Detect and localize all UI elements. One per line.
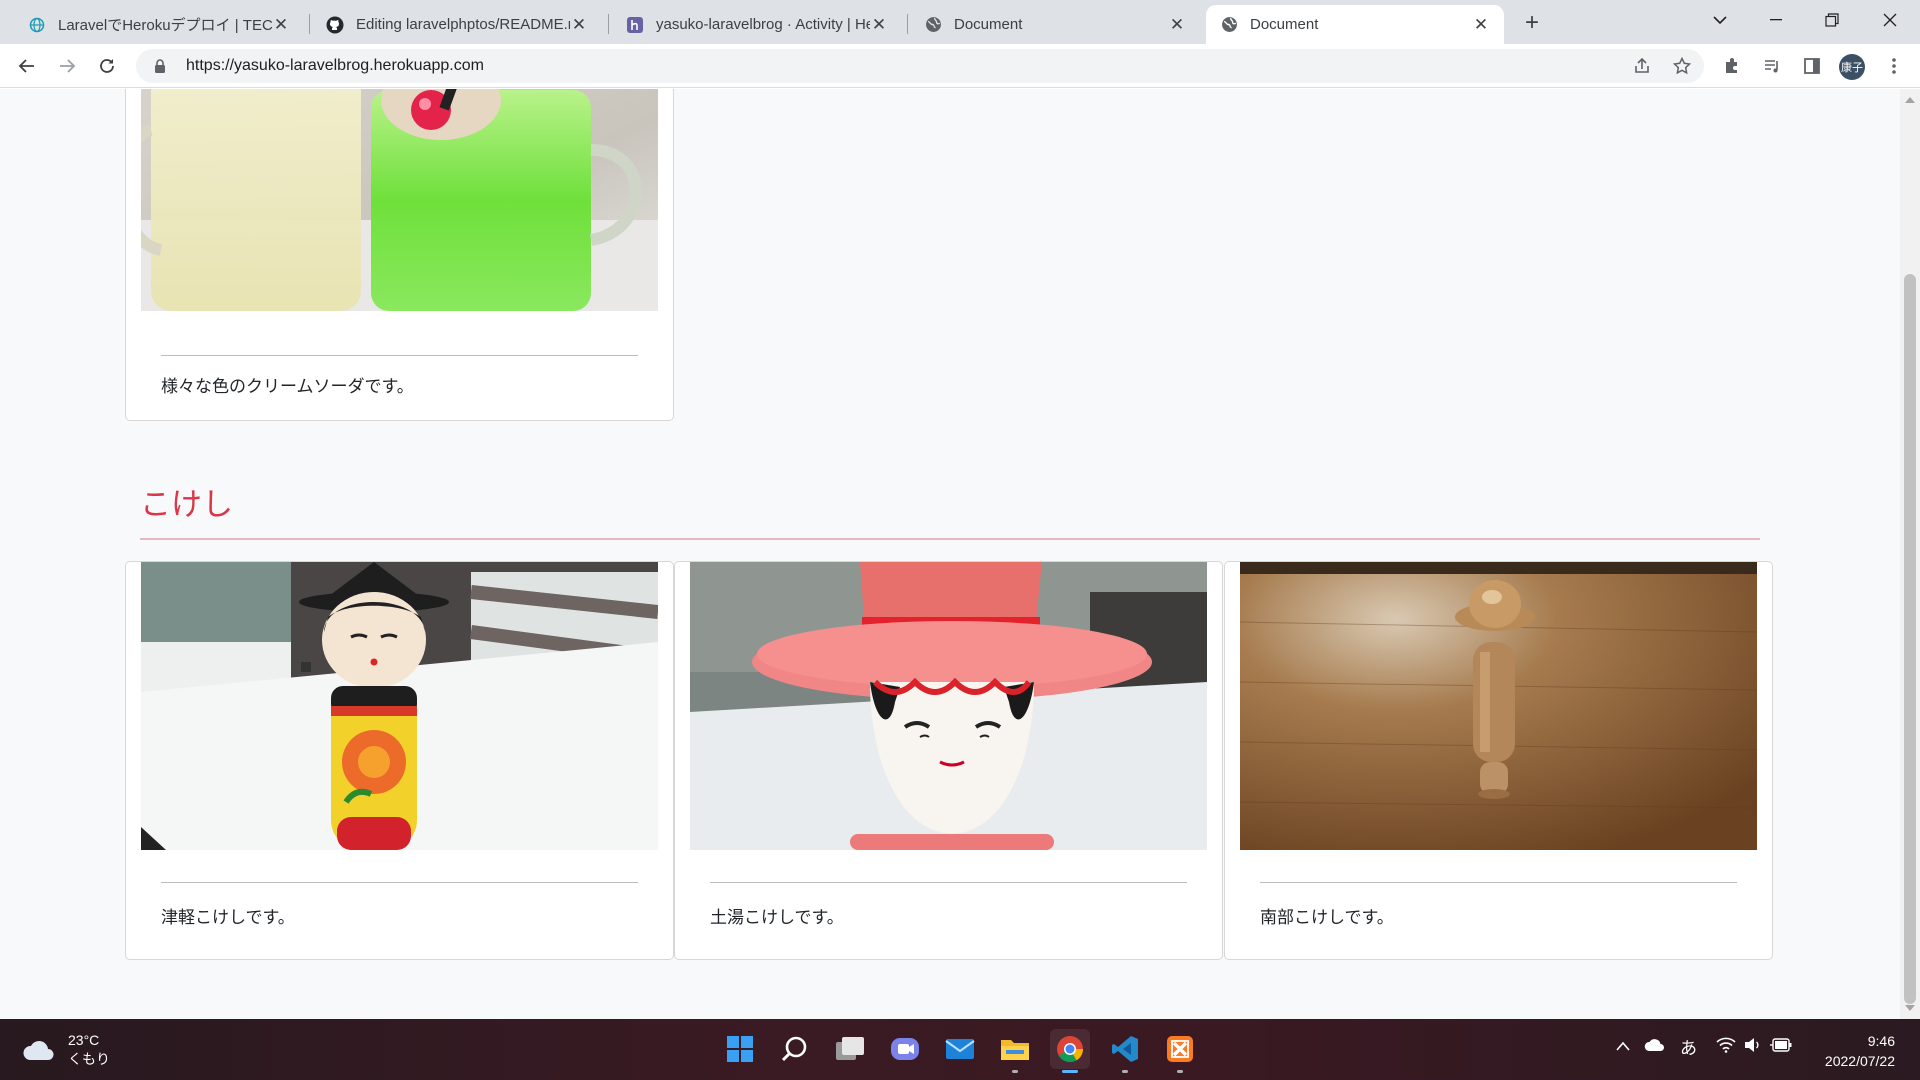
post-caption: 南部こけしです。 <box>1260 908 1394 928</box>
close-tab-icon[interactable]: ✕ <box>570 15 588 34</box>
post-caption: 土湯こけしです。 <box>710 908 844 928</box>
tab-laravel-heroku[interactable]: LaravelでHerokuデプロイ | TECH I.S. ✕ <box>14 5 304 44</box>
forward-arrow-icon <box>60 59 76 73</box>
teams-chat-icon[interactable] <box>885 1029 925 1069</box>
github-icon <box>326 16 344 34</box>
battery-icon[interactable] <box>1770 1037 1792 1057</box>
close-tab-icon[interactable]: ✕ <box>1168 15 1186 34</box>
lock-icon <box>152 59 168 73</box>
xampp-icon[interactable] <box>1160 1029 1200 1069</box>
weather-description: くもり <box>68 1051 110 1067</box>
tab-title: Editing laravelphptos/README.md <box>356 16 570 33</box>
tab-title: Document <box>1250 16 1319 33</box>
running-indicator <box>1177 1070 1183 1073</box>
close-window-button[interactable] <box>1862 0 1918 40</box>
cloud-icon <box>23 1041 54 1060</box>
menu-kebab-icon[interactable] <box>1878 50 1910 82</box>
volume-icon[interactable] <box>1744 1037 1762 1058</box>
globe-icon <box>1220 16 1238 34</box>
minimize-button[interactable] <box>1748 0 1804 40</box>
windows-taskbar: 23°C くもり あ 9:46 2022/07/22 <box>0 1019 1920 1080</box>
task-view-icon[interactable] <box>830 1029 870 1069</box>
system-clock[interactable]: 9:46 2022/07/22 <box>1815 1031 1895 1071</box>
chrome-icon[interactable] <box>1050 1029 1090 1069</box>
weather-widget[interactable]: 23°C くもり <box>22 1031 110 1069</box>
reading-list-icon[interactable] <box>1756 50 1788 82</box>
heroku-icon <box>626 16 644 34</box>
post-image <box>690 562 1207 850</box>
address-bar[interactable]: https://yasuko-laravelbrog.herokuapp.com <box>136 49 1704 83</box>
extensions-icon[interactable] <box>1716 50 1748 82</box>
ime-indicator[interactable]: あ <box>1680 1034 1697 1059</box>
tab-strip: LaravelでHerokuデプロイ | TECH I.S. ✕ Editing… <box>0 0 1920 44</box>
search-icon[interactable] <box>775 1029 815 1069</box>
card-divider <box>161 355 638 356</box>
reload-button[interactable] <box>91 50 123 82</box>
tab-separator <box>608 14 609 34</box>
page-viewport: 様々な色のクリームソーダです。 こけし 津軽こけしです。 土湯こけしです。 南部… <box>0 89 1900 1019</box>
globe-icon <box>28 16 46 34</box>
post-caption: 津軽こけしです。 <box>161 908 295 928</box>
page-scrollbar[interactable] <box>1900 89 1920 1019</box>
section-divider <box>140 538 1760 540</box>
side-panel-icon[interactable] <box>1796 50 1828 82</box>
share-icon[interactable] <box>1626 50 1658 82</box>
post-image <box>141 89 658 311</box>
scroll-up-icon[interactable] <box>1905 97 1915 103</box>
bookmark-star-icon[interactable] <box>1666 50 1698 82</box>
clock-time: 9:46 <box>1867 1033 1895 1049</box>
post-card: 南部こけしです。 <box>1224 561 1773 960</box>
tab-github-readme[interactable]: Editing laravelphptos/README.md ✕ <box>312 5 602 44</box>
tab-heroku-activity[interactable]: yasuko-laravelbrog · Activity | Heroku ✕ <box>612 5 902 44</box>
post-card: 様々な色のクリームソーダです。 <box>125 89 674 421</box>
new-tab-button[interactable]: + <box>1518 9 1546 37</box>
post-card: 津軽こけしです。 <box>125 561 674 960</box>
section-heading: こけし <box>140 487 233 523</box>
tab-document-active[interactable]: Document ✕ <box>1206 5 1504 44</box>
globe-icon <box>924 16 942 34</box>
back-button[interactable] <box>11 50 43 82</box>
mail-icon[interactable] <box>940 1029 980 1069</box>
restore-button[interactable] <box>1804 0 1860 40</box>
post-card: 土湯こけしです。 <box>674 561 1223 960</box>
scrollbar-thumb[interactable] <box>1904 274 1916 1004</box>
post-image <box>1240 562 1757 850</box>
post-caption: 様々な色のクリームソーダです。 <box>161 377 414 397</box>
tab-document-1[interactable]: Document ✕ <box>910 5 1200 44</box>
vscode-icon[interactable] <box>1105 1029 1145 1069</box>
browser-toolbar: https://yasuko-laravelbrog.herokuapp.com… <box>0 44 1920 88</box>
scroll-down-icon[interactable] <box>1905 1005 1915 1011</box>
tab-separator <box>907 14 908 34</box>
tab-search-icon[interactable] <box>1692 0 1748 40</box>
post-image <box>141 562 658 850</box>
tab-separator <box>309 14 310 34</box>
back-arrow-icon <box>18 59 34 73</box>
tab-title: yasuko-laravelbrog · Activity | Heroku <box>656 16 870 33</box>
url-text: https://yasuko-laravelbrog.herokuapp.com <box>186 57 484 74</box>
profile-avatar[interactable]: 康子 <box>1839 54 1865 80</box>
forward-button[interactable] <box>51 50 83 82</box>
clock-date: 2022/07/22 <box>1824 1053 1895 1069</box>
card-divider <box>710 882 1187 883</box>
running-indicator <box>1012 1070 1018 1073</box>
show-hidden-icons-chevron-icon[interactable] <box>1615 1037 1631 1057</box>
tab-title: LaravelでHerokuデプロイ | TECH I.S. <box>58 17 272 34</box>
card-divider <box>161 882 638 883</box>
card-divider <box>1260 882 1737 883</box>
file-explorer-icon[interactable] <box>995 1029 1035 1069</box>
close-tab-icon[interactable]: ✕ <box>1472 15 1490 34</box>
weather-temperature: 23°C <box>68 1032 100 1048</box>
tab-title: Document <box>954 16 1023 33</box>
close-tab-icon[interactable]: ✕ <box>272 15 290 34</box>
reload-icon <box>100 59 114 73</box>
start-windows-icon[interactable] <box>720 1029 760 1069</box>
running-indicator <box>1122 1070 1128 1073</box>
onedrive-cloud-icon[interactable] <box>1644 1037 1666 1057</box>
wifi-icon[interactable] <box>1716 1037 1736 1058</box>
close-tab-icon[interactable]: ✕ <box>870 15 888 34</box>
active-app-indicator <box>1062 1070 1078 1073</box>
